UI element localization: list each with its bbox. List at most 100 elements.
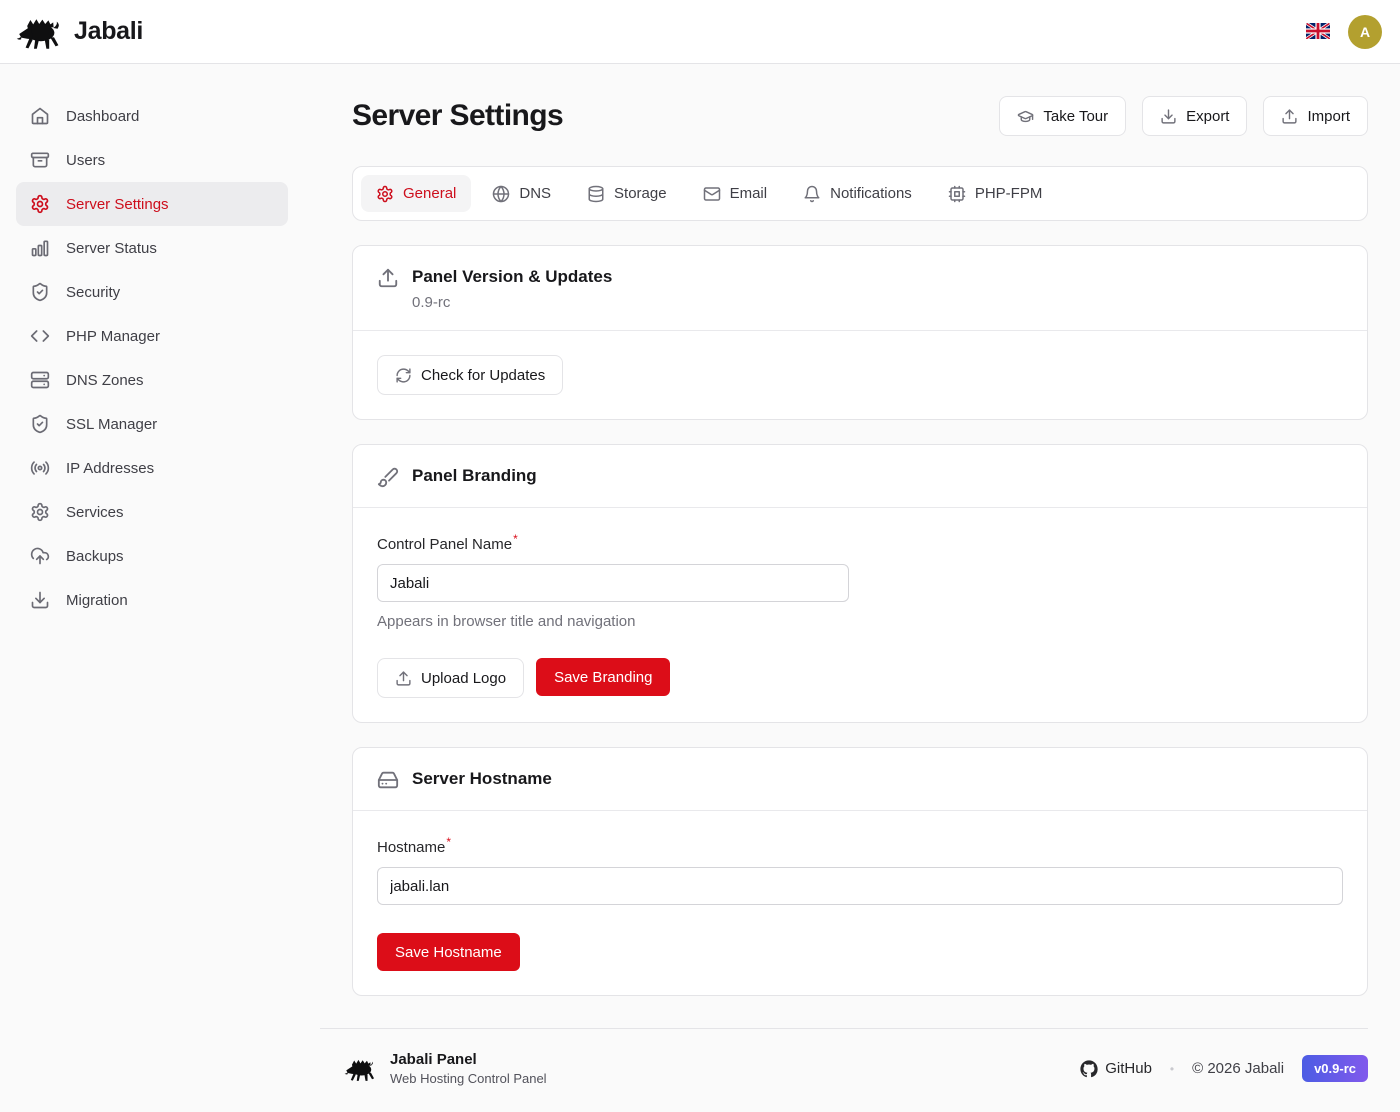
database-icon [587, 185, 605, 203]
tab-notifications[interactable]: Notifications [788, 175, 927, 212]
check-updates-label: Check for Updates [421, 367, 545, 384]
archive-icon [30, 150, 50, 170]
mail-icon [703, 185, 721, 203]
boar-logo-icon [344, 1055, 378, 1083]
panel-version-title: Panel Version & Updates [412, 265, 612, 289]
brand-name: Jabali [74, 17, 143, 46]
tab-php-fpm[interactable]: PHP-FPM [933, 175, 1058, 212]
server-hostname-title: Server Hostname [412, 767, 552, 791]
sidebar-item-server-status[interactable]: Server Status [16, 226, 288, 270]
bell-icon [803, 185, 821, 203]
sidebar-item-php-manager[interactable]: PHP Manager [16, 314, 288, 358]
gear-icon [30, 194, 50, 214]
shield-check-icon [30, 282, 50, 302]
github-label: GitHub [1105, 1060, 1152, 1077]
cpu-icon [948, 185, 966, 203]
tab-email[interactable]: Email [688, 175, 783, 212]
sidebar-item-label: Server Status [66, 240, 157, 257]
bar-chart-icon [30, 238, 50, 258]
tab-label: General [403, 185, 456, 202]
take-tour-button[interactable]: Take Tour [999, 96, 1126, 136]
export-button[interactable]: Export [1142, 96, 1247, 136]
sidebar-item-label: Dashboard [66, 108, 139, 125]
hostname-label: Hostname* [377, 839, 451, 856]
footer-title: Jabali Panel [390, 1051, 547, 1068]
house-icon [30, 106, 50, 126]
tab-dns[interactable]: DNS [477, 175, 566, 212]
import-button[interactable]: Import [1263, 96, 1368, 136]
sidebar-item-ssl-manager[interactable]: SSL Manager [16, 402, 288, 446]
sidebar-item-label: PHP Manager [66, 328, 160, 345]
sidebar: Dashboard Users Server Settings Server Stat… [0, 64, 304, 1053]
tab-label: DNS [519, 185, 551, 202]
upload-icon [395, 670, 412, 687]
required-asterisk: * [513, 532, 518, 546]
sidebar-item-security[interactable]: Security [16, 270, 288, 314]
panel-branding-title: Panel Branding [412, 464, 537, 488]
separator-dot: • [1170, 1062, 1174, 1076]
sidebar-item-dns-zones[interactable]: DNS Zones [16, 358, 288, 402]
gear-icon [376, 185, 394, 203]
tab-general[interactable]: General [361, 175, 471, 212]
upload-logo-button[interactable]: Upload Logo [377, 658, 524, 698]
sidebar-item-label: Users [66, 152, 105, 169]
copyright-text: © 2026 Jabali [1192, 1060, 1284, 1077]
save-hostname-button[interactable]: Save Hostname [377, 933, 520, 971]
tab-storage[interactable]: Storage [572, 175, 682, 212]
sidebar-item-label: SSL Manager [66, 416, 157, 433]
server-icon [30, 370, 50, 390]
save-branding-button[interactable]: Save Branding [536, 658, 670, 696]
server-hostname-card: Server Hostname Hostname* Save Hostname [352, 747, 1368, 996]
shield-check-icon [30, 414, 50, 434]
control-panel-name-label: Control Panel Name* [377, 536, 518, 553]
take-tour-label: Take Tour [1043, 108, 1108, 125]
tab-label: Email [730, 185, 768, 202]
check-updates-button[interactable]: Check for Updates [377, 355, 563, 395]
github-link[interactable]: GitHub [1080, 1060, 1152, 1078]
sidebar-item-users[interactable]: Users [16, 138, 288, 182]
github-icon [1080, 1060, 1098, 1078]
panel-version-card: Panel Version & Updates 0.9-rc Check for… [352, 245, 1368, 420]
page-title: Server Settings [352, 99, 563, 133]
export-label: Export [1186, 108, 1229, 125]
refresh-icon [395, 367, 412, 384]
sidebar-item-label: Security [66, 284, 120, 301]
sidebar-item-label: IP Addresses [66, 460, 154, 477]
tab-label: PHP-FPM [975, 185, 1043, 202]
top-header: Jabali A [0, 0, 1400, 64]
gear-icon [30, 502, 50, 522]
panel-version-value: 0.9-rc [412, 294, 612, 311]
tab-label: Storage [614, 185, 667, 202]
paintbrush-icon [377, 464, 399, 488]
sidebar-item-backups[interactable]: Backups [16, 534, 288, 578]
sidebar-item-label: Backups [66, 548, 124, 565]
sidebar-item-migration[interactable]: Migration [16, 578, 288, 622]
control-panel-name-input[interactable] [377, 564, 849, 602]
sidebar-item-ip-addresses[interactable]: IP Addresses [16, 446, 288, 490]
upload-icon [377, 265, 399, 311]
upload-logo-label: Upload Logo [421, 670, 506, 687]
download-icon [1160, 108, 1177, 125]
required-asterisk: * [446, 835, 451, 849]
branding-hint: Appears in browser title and navigation [377, 613, 1343, 630]
cloud-upload-icon [30, 546, 50, 566]
sidebar-item-label: Migration [66, 592, 128, 609]
brand: Jabali [16, 14, 143, 50]
version-badge: v0.9-rc [1302, 1055, 1368, 1082]
sidebar-item-services[interactable]: Services [16, 490, 288, 534]
sidebar-item-server-settings[interactable]: Server Settings [16, 182, 288, 226]
sidebar-item-label: Server Settings [66, 196, 169, 213]
user-avatar[interactable]: A [1348, 15, 1382, 49]
radio-icon [30, 458, 50, 478]
footer: Jabali Panel Web Hosting Control Panel G… [320, 1028, 1368, 1112]
sidebar-item-label: DNS Zones [66, 372, 144, 389]
language-flag-icon[interactable] [1306, 23, 1330, 40]
code-icon [30, 326, 50, 346]
graduation-cap-icon [1017, 108, 1034, 125]
boar-logo-icon [16, 14, 64, 50]
globe-icon [492, 185, 510, 203]
sidebar-item-dashboard[interactable]: Dashboard [16, 94, 288, 138]
panel-branding-card: Panel Branding Control Panel Name* Appea… [352, 444, 1368, 723]
hostname-input[interactable] [377, 867, 1343, 905]
hard-drive-icon [377, 767, 399, 791]
